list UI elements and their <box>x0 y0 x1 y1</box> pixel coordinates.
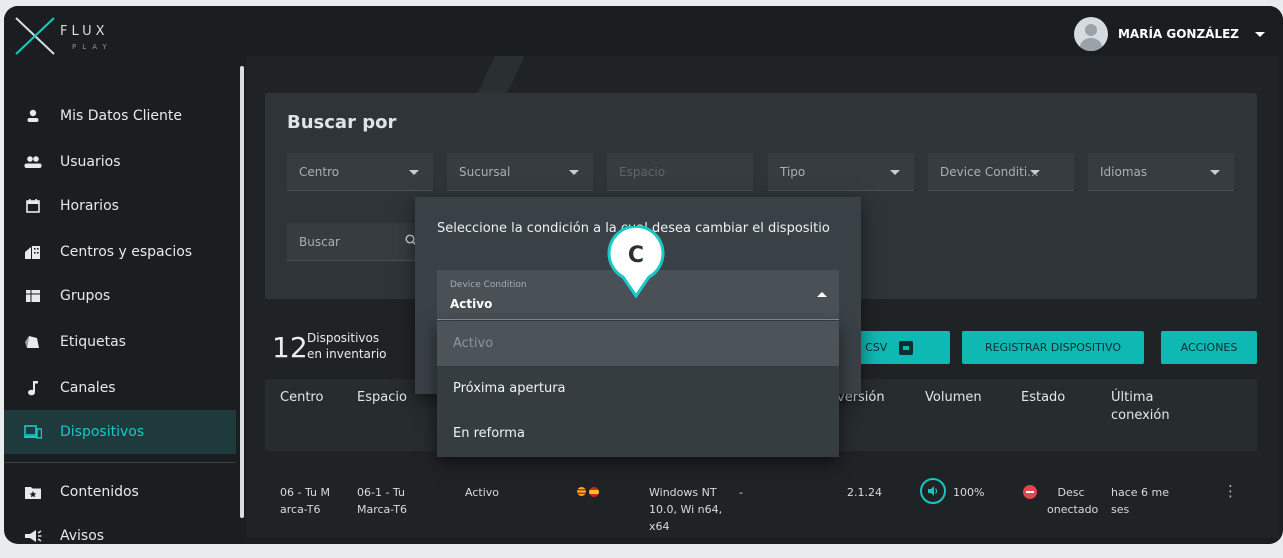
sidebar-item-etiquetas[interactable]: Etiquetas <box>4 320 236 364</box>
chevron-down-icon <box>409 170 419 175</box>
table-row[interactable]: 06 - Tu M arca-T6 06-1 - Tu Marca-T6 Act… <box>265 470 1257 538</box>
sidebar-item-label: Mis Datos Cliente <box>60 108 183 124</box>
option-label: Activo <box>453 336 494 351</box>
chevron-down-icon <box>569 170 579 175</box>
sidebar-item-label: Horarios <box>60 198 119 214</box>
sidebar-item-centros-y-espacios[interactable]: Centros y espacios <box>4 230 236 274</box>
megaphone-icon <box>24 527 42 545</box>
register-device-button[interactable]: REGISTRAR DISPOSITIVO <box>962 331 1144 364</box>
cell-volumen: 100% <box>953 486 985 499</box>
sidebar-item-label: Usuarios <box>60 154 121 170</box>
inventory-count-label-1: Dispositivos <box>307 331 380 345</box>
folder-star-icon <box>24 483 42 501</box>
search-input-placeholder: Buscar <box>299 234 340 249</box>
sucursal-select[interactable]: Sucursal <box>447 153 593 191</box>
pin-letter: C <box>627 243 645 268</box>
disconnected-icon <box>1023 485 1037 499</box>
catalan-flag-icon <box>577 487 586 496</box>
option-label: Próxima apertura <box>453 381 566 396</box>
actions-button[interactable]: ACCIONES <box>1161 331 1257 364</box>
sidebar-item-mis-datos-cliente[interactable]: Mis Datos Cliente <box>4 94 236 138</box>
dropdown-value: Activo <box>450 297 493 311</box>
sidebar-item-dispositivos[interactable]: Dispositivos <box>4 410 236 454</box>
column-header-espacio[interactable]: Espacio <box>357 389 407 407</box>
column-header-volumen[interactable]: Volumen <box>925 389 982 407</box>
calendar-icon <box>24 197 42 215</box>
building-icon <box>24 243 42 261</box>
group-icon <box>24 153 42 171</box>
download-icon <box>899 340 914 355</box>
music-note-icon <box>24 379 42 397</box>
chevron-down-icon <box>1255 31 1265 37</box>
device-condition-select[interactable]: Device Conditi... <box>928 153 1074 191</box>
tag-icon <box>24 333 42 351</box>
idiomas-select[interactable]: Idiomas <box>1088 153 1234 191</box>
cell-estado: Desc onectado <box>1047 486 1099 516</box>
espacio-field[interactable]: Espacio <box>607 153 753 191</box>
user-name: MARÍA GONZÁLEZ <box>1117 27 1239 41</box>
sidebar-item-grupos[interactable]: Grupos <box>4 274 236 318</box>
option-activo[interactable]: Activo <box>437 321 839 366</box>
sidebar-item-canales[interactable]: Canales <box>4 366 236 410</box>
chevron-up-icon <box>817 292 827 297</box>
sidebar-divider <box>4 462 236 463</box>
person-icon <box>24 107 42 125</box>
sidebar-item-label: Canales <box>60 380 116 396</box>
chevron-down-icon <box>1210 170 1220 175</box>
sucursal-select-label: Sucursal <box>459 164 511 179</box>
centro-select-label: Centro <box>299 164 340 179</box>
register-device-label: REGISTRAR DISPOSITIVO <box>984 341 1122 354</box>
sidebar-item-horarios[interactable]: Horarios <box>4 184 236 228</box>
sidebar-item-label: Etiquetas <box>60 334 126 350</box>
search-title: Buscar por <box>287 112 397 133</box>
sidebar-nav: Mis Datos Cliente Usuarios Horarios Cent… <box>4 94 236 554</box>
column-header-estado[interactable]: Estado <box>1021 389 1065 407</box>
sidebar-scrollbar[interactable] <box>240 66 244 518</box>
user-menu[interactable]: MARÍA GONZÁLEZ <box>1073 14 1265 54</box>
column-header-ultima-conexion[interactable]: Última conexión <box>1111 389 1181 425</box>
cell-version: 2.1.24 <box>847 486 882 499</box>
search-input[interactable]: Buscar <box>287 223 427 261</box>
chevron-down-icon <box>890 170 900 175</box>
option-label: En reforma <box>453 426 525 441</box>
chevron-down-icon <box>1030 170 1040 175</box>
cell-sistema: Windows NT 10.0, Wi n64, x64 <box>649 486 723 533</box>
annotation-pin: C <box>606 224 666 299</box>
sidebar-item-contenidos[interactable]: Contenidos <box>4 470 236 514</box>
dropdown-label: Device Condition <box>450 280 527 290</box>
tipo-select-label: Tipo <box>780 164 806 179</box>
cell-espacio: 06-1 - Tu Marca-T6 <box>357 486 407 516</box>
centro-select[interactable]: Centro <box>287 153 433 191</box>
cell-ultima-conexion: hace 6 me ses <box>1111 486 1170 516</box>
actions-label: ACCIONES <box>1180 341 1238 354</box>
sidebar-item-label: Centros y espacios <box>60 244 193 260</box>
cell-condicion: Activo <box>465 486 499 499</box>
devices-icon <box>24 423 42 441</box>
more-options-icon[interactable]: ⋮ <box>1223 482 1238 500</box>
inventory-count-label-2: en inventario <box>307 347 387 361</box>
volume-icon[interactable] <box>920 478 946 504</box>
sidebar-item-label: Grupos <box>60 288 111 304</box>
grid-icon <box>24 287 42 305</box>
tipo-select[interactable]: Tipo <box>768 153 914 191</box>
option-proxima-apertura[interactable]: Próxima apertura <box>437 366 839 411</box>
sidebar-item-label: Dispositivos <box>60 424 145 440</box>
option-en-reforma[interactable]: En reforma <box>437 411 839 456</box>
sidebar-item-label: Avisos <box>60 528 105 544</box>
sidebar-item-avisos[interactable]: Avisos <box>4 514 236 558</box>
inventory-count-number: 12 <box>272 331 308 364</box>
sidebar-item-label: Contenidos <box>60 484 139 500</box>
cell-dash: - <box>739 486 743 499</box>
device-condition-select-label: Device Conditi... <box>940 164 1039 179</box>
sidebar-item-usuarios[interactable]: Usuarios <box>4 140 236 184</box>
condition-options-menu: Activo Próxima apertura En reforma <box>437 321 839 457</box>
idiomas-select-label: Idiomas <box>1100 164 1148 179</box>
spain-flag-icon <box>589 487 599 497</box>
avatar <box>1073 17 1108 51</box>
column-header-centro[interactable]: Centro <box>280 389 323 407</box>
cell-centro: 06 - Tu M arca-T6 <box>280 486 330 516</box>
espacio-field-placeholder: Espacio <box>619 164 666 179</box>
